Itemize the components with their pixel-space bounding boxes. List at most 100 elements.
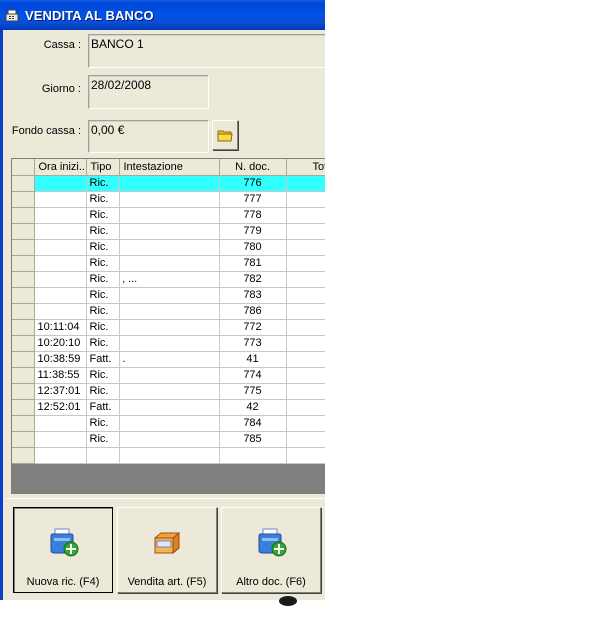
table-row[interactable]: Ric. 7831 [12, 287, 325, 304]
cell-ndoc: 776 [219, 175, 287, 192]
cell-tot: 1 [286, 287, 325, 304]
open-folder-button[interactable] [212, 120, 238, 150]
row-indicator [12, 399, 35, 416]
cell-ora [34, 303, 87, 320]
cell-ora [34, 255, 87, 272]
window-title: VENDITA AL BANCO [25, 7, 154, 23]
altro-documento-label: Altro doc. (F6) [236, 576, 306, 588]
altro-documento-button[interactable]: Altro doc. (F6) [221, 507, 321, 593]
cell-ndoc: 782 [219, 271, 287, 288]
table-row[interactable]: Ric. 781 [12, 255, 325, 272]
table-row[interactable]: Ric. 785 [12, 431, 325, 448]
cell-tipo: Ric. [86, 367, 120, 384]
cell-intestazione: ‚ ... [119, 271, 220, 288]
giorno-field[interactable]: 28/02/2008 [88, 75, 209, 109]
column-header-intestazione[interactable]: Intestazione [119, 159, 220, 176]
cell-tipo: Ric. [86, 431, 120, 448]
row-indicator [12, 175, 35, 192]
table-row[interactable]: Ric. 778 [12, 207, 325, 224]
cell-ndoc: 780 [219, 239, 287, 256]
column-header-ndoc[interactable]: N. doc. [219, 159, 287, 176]
cell-ndoc: 781 [219, 255, 287, 272]
table-row[interactable]: Ric. 7842 [12, 415, 325, 432]
cell-ndoc: 784 [219, 415, 287, 432]
cell-ndoc: 785 [219, 431, 287, 448]
cell-tot: 1 [286, 239, 325, 256]
cell-ndoc: 778 [219, 207, 287, 224]
row-indicator [12, 431, 35, 448]
column-header-tot[interactable]: Tot. [286, 159, 325, 176]
nuova-ricevuta-label: Nuova ric. (F4) [26, 576, 100, 588]
cell-ndoc: 783 [219, 287, 287, 304]
total-row-cell [34, 447, 87, 464]
row-indicator-header [12, 159, 35, 176]
total-row: 52 [12, 447, 325, 464]
row-indicator [12, 351, 35, 368]
cell-tipo: Fatt. [86, 351, 120, 368]
article-sale-icon [154, 531, 180, 555]
cell-tot [286, 303, 325, 320]
column-header-tipo[interactable]: Tipo [86, 159, 120, 176]
cell-intestazione [119, 303, 220, 320]
table-row[interactable]: Ric. 786 [12, 303, 325, 320]
cell-ndoc: 786 [219, 303, 287, 320]
cell-ora [34, 191, 87, 208]
table-row[interactable]: 11:38:55Ric. 77417 [12, 367, 325, 384]
cell-tipo: Ric. [86, 223, 120, 240]
cell-ora [34, 431, 87, 448]
cell-tipo: Ric. [86, 191, 120, 208]
cell-intestazione [119, 239, 220, 256]
cell-ora [34, 175, 87, 192]
documents-grid[interactable]: Ora inizi... Tipo Intestazione N. doc. T… [11, 158, 325, 494]
table-row[interactable]: Ric. ‚ ... 782 [12, 271, 325, 288]
total-row-cell [86, 447, 120, 464]
table-row[interactable]: Ric. 777 [12, 191, 325, 208]
fondo-cassa-field[interactable]: 0,00 € [88, 120, 209, 153]
form-area: Cassa : BANCO 1 Giorno : 28/02/2008 Fond… [0, 30, 325, 600]
table-row[interactable]: Ric. 7766 [12, 175, 325, 192]
cell-intestazione [119, 319, 220, 336]
shadow-blob [279, 596, 297, 606]
cell-tot: 17 [286, 367, 325, 384]
cell-ndoc: 774 [219, 367, 287, 384]
cassa-field[interactable]: BANCO 1 [88, 34, 325, 68]
cell-ndoc: 777 [219, 191, 287, 208]
cell-intestazione [119, 367, 220, 384]
cell-tipo: Ric. [86, 175, 120, 192]
row-indicator [12, 367, 35, 384]
cell-ndoc: 41 [219, 351, 287, 368]
cell-ndoc: 779 [219, 223, 287, 240]
folder-icon [217, 130, 233, 142]
table-row[interactable]: 12:37:01Ric. 7754 [12, 383, 325, 400]
cell-tot: 2 [286, 415, 325, 432]
table-row[interactable]: 10:11:04Ric. 7721 [12, 319, 325, 336]
table-row[interactable]: Ric. 7801 [12, 239, 325, 256]
cell-ora [34, 271, 87, 288]
cell-tipo: Ric. [86, 239, 120, 256]
cell-intestazione [119, 223, 220, 240]
table-row[interactable]: 12:52:01Fatt. 4210 [12, 399, 325, 416]
row-indicator [12, 271, 35, 288]
table-row[interactable]: 10:38:59Fatt..411 [12, 351, 325, 368]
cell-ndoc: 772 [219, 319, 287, 336]
table-row[interactable]: Ric. 7791 [12, 223, 325, 240]
new-document-icon [258, 528, 287, 557]
cash-register-icon [5, 9, 19, 22]
nuova-ricevuta-button[interactable]: Nuova ric. (F4) [13, 507, 113, 593]
cell-tot: 1 [286, 223, 325, 240]
column-header-ora[interactable]: Ora inizi... [34, 159, 87, 176]
cell-tot: 10 [286, 399, 325, 416]
row-indicator [12, 415, 35, 432]
row-indicator [12, 239, 35, 256]
cell-ndoc: 775 [219, 383, 287, 400]
row-indicator [12, 191, 35, 208]
sale-window: VENDITA AL BANCO Cassa : BANCO 1 Giorno … [0, 0, 325, 636]
title-bar[interactable]: VENDITA AL BANCO [0, 0, 325, 30]
cell-intestazione [119, 191, 220, 208]
vendita-articolo-button[interactable]: Vendita art. (F5) [117, 507, 217, 593]
cell-tipo: Ric. [86, 255, 120, 272]
cell-ora [34, 207, 87, 224]
cell-tot: 2 [286, 335, 325, 352]
table-row[interactable]: 10:20:10Ric. 7732 [12, 335, 325, 352]
cell-tipo: Ric. [86, 207, 120, 224]
